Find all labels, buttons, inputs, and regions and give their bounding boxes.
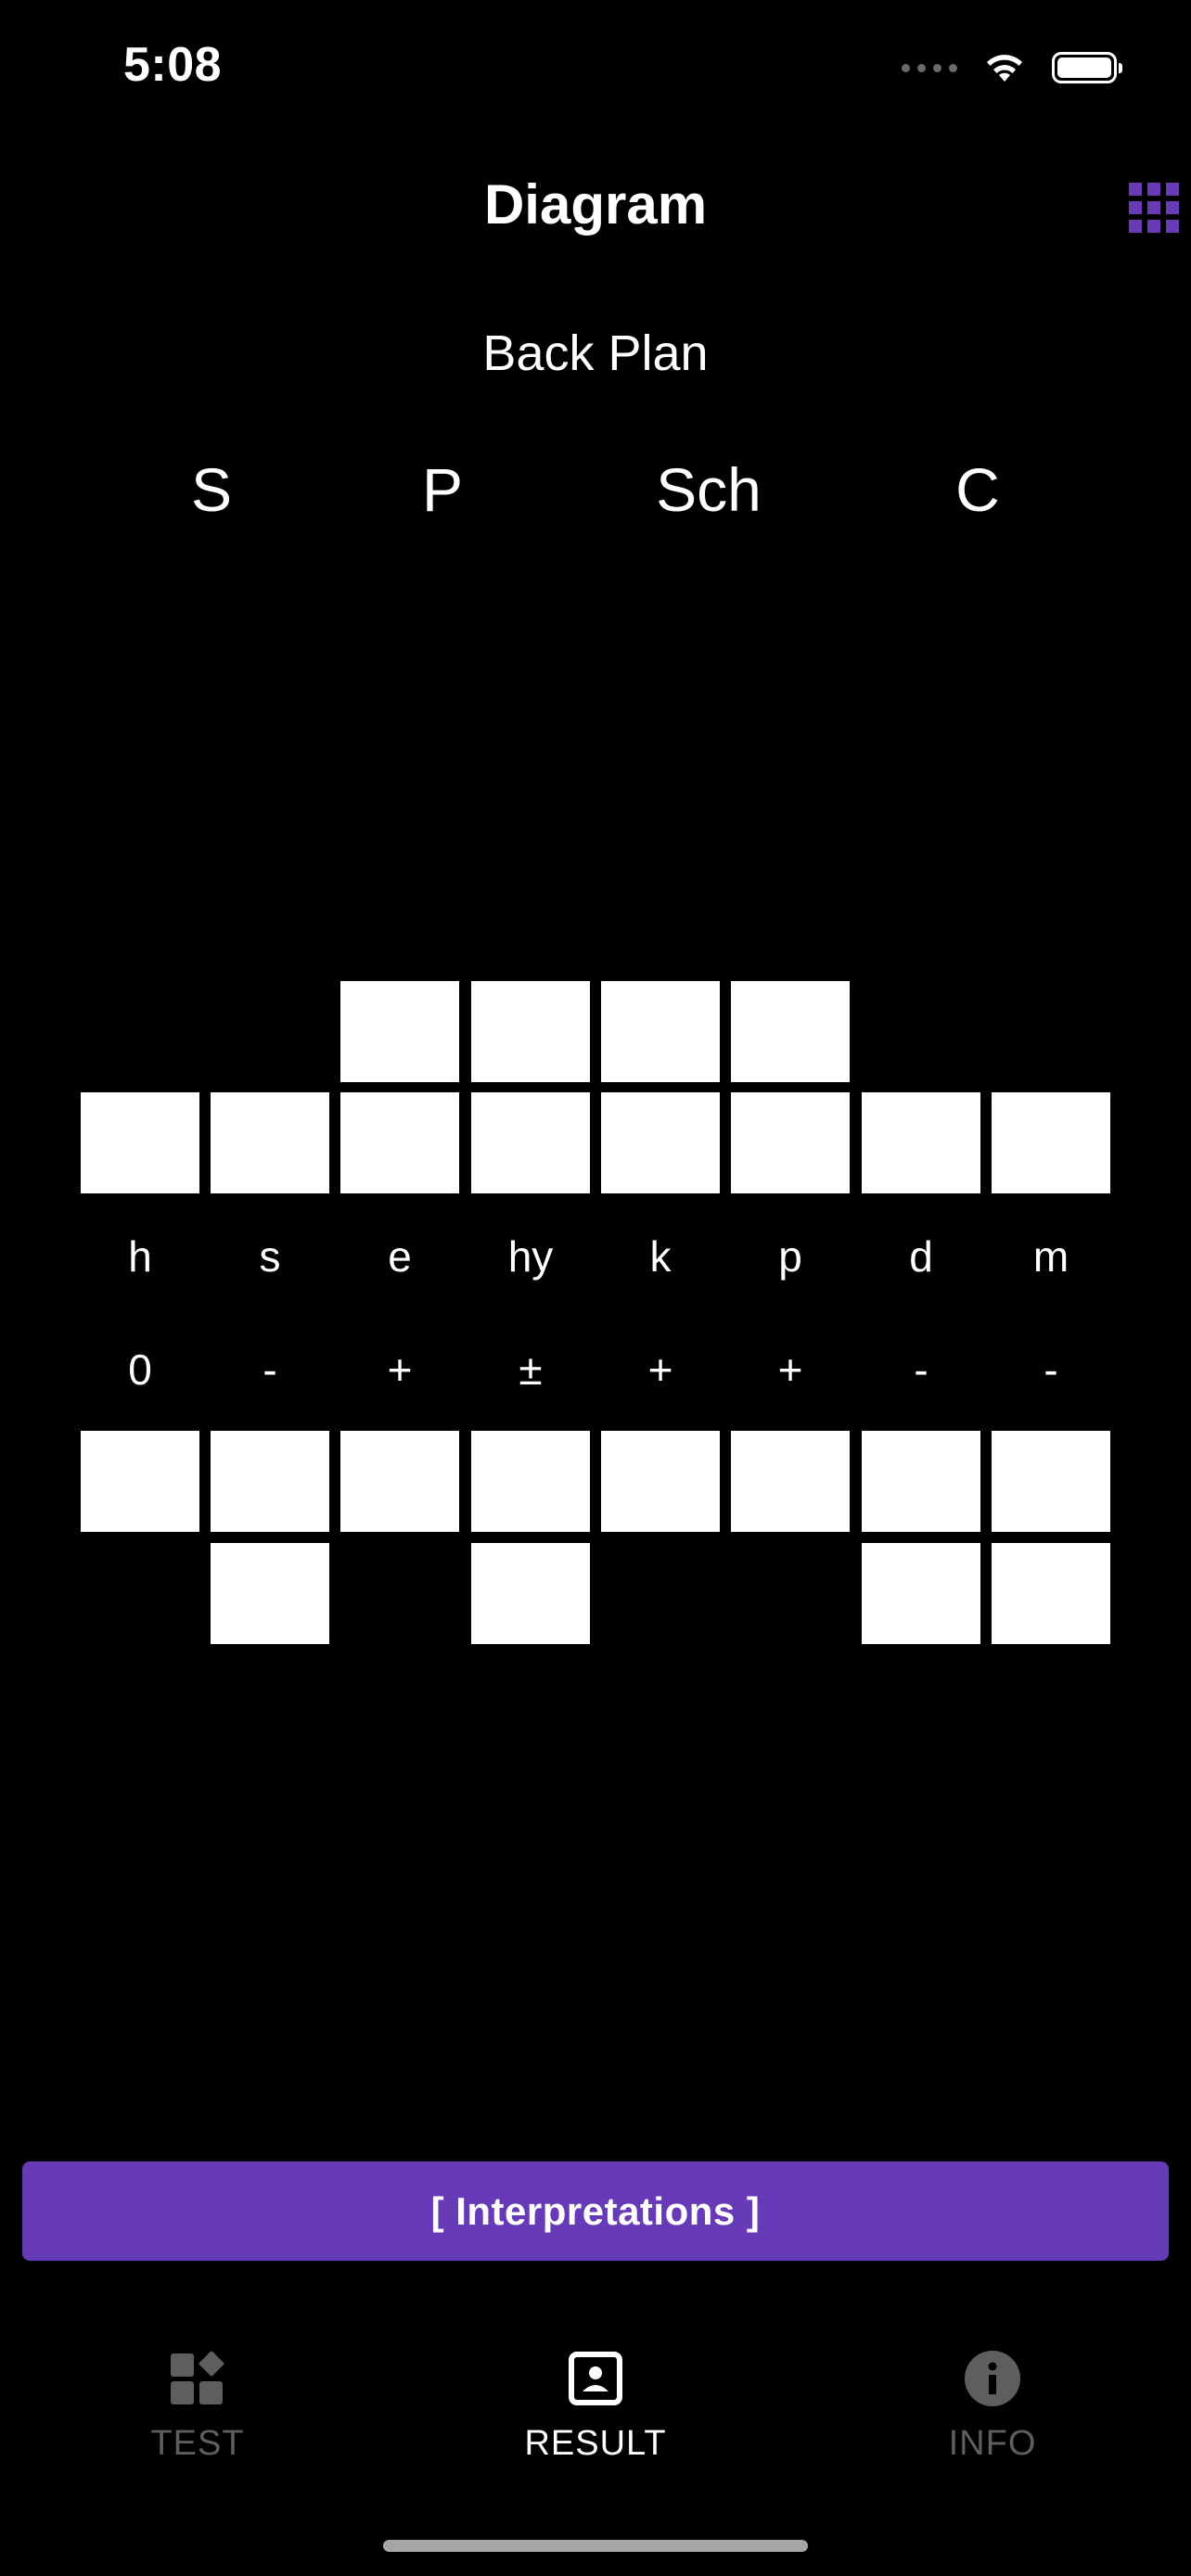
diagram-box-lower-e-1 xyxy=(340,1431,459,1532)
test-icon xyxy=(58,2346,337,2411)
diagram-box-lower-s-1 xyxy=(211,1431,329,1532)
diagram-box-lower-m-2 xyxy=(992,1543,1110,1644)
column-header-sch: Sch xyxy=(656,455,762,524)
cellular-signal-icon xyxy=(902,63,957,72)
diagram-box-upper-k-1 xyxy=(601,1092,720,1193)
status-icons xyxy=(902,46,1122,89)
factor-label-hy: hy xyxy=(507,1232,554,1281)
column-header-s: S xyxy=(190,455,233,524)
home-indicator[interactable] xyxy=(383,2540,808,2552)
diagram-box-upper-e-2 xyxy=(340,981,459,1082)
tab-result-label: RESULT xyxy=(524,2424,667,2463)
diagram-box-lower-k-1 xyxy=(601,1431,720,1532)
tab-info-label: INFO xyxy=(948,2424,1037,2463)
factor-label-h: h xyxy=(128,1232,152,1281)
factor-label-p: p xyxy=(778,1232,802,1281)
factor-sign-k: + xyxy=(647,1345,673,1394)
factor-sign-d: - xyxy=(914,1345,928,1394)
factor-label-k: k xyxy=(649,1232,672,1281)
page-title: Diagram xyxy=(483,173,708,236)
factor-sign-m: - xyxy=(1044,1345,1058,1394)
factor-label-e: e xyxy=(388,1232,412,1281)
diagram-box-lower-hy-2 xyxy=(471,1543,590,1644)
diagram-box-lower-d-1 xyxy=(862,1431,980,1532)
column-header-p: P xyxy=(421,455,464,524)
tab-test-label: TEST xyxy=(150,2424,245,2463)
factor-label-d: d xyxy=(909,1232,933,1281)
diagram-box-lower-d-2 xyxy=(862,1543,980,1644)
battery-icon xyxy=(1052,52,1122,83)
diagram-box-lower-m-1 xyxy=(992,1431,1110,1532)
diagram-box-upper-s-1 xyxy=(211,1092,329,1193)
diagram-box-upper-m-1 xyxy=(992,1092,1110,1193)
factor-label-m: m xyxy=(1032,1232,1069,1281)
tab-test[interactable]: TEST xyxy=(58,2346,337,2464)
wifi-icon xyxy=(987,55,1022,82)
factor-sign-p: + xyxy=(777,1345,803,1394)
diagram-box-upper-hy-2 xyxy=(471,981,590,1082)
info-icon xyxy=(853,2346,1132,2411)
factor-label-s: s xyxy=(259,1232,281,1281)
diagram-box-upper-d-1 xyxy=(862,1092,980,1193)
column-header-c: C xyxy=(955,455,1000,524)
diagram-box-lower-p-1 xyxy=(731,1431,850,1532)
diagram-box-lower-h-1 xyxy=(81,1431,199,1532)
result-icon xyxy=(456,2346,735,2411)
diagram-box-upper-p-1 xyxy=(731,1092,850,1193)
diagram-box-upper-p-2 xyxy=(731,981,850,1082)
diagram-box-upper-e-1 xyxy=(340,1092,459,1193)
diagram-subtitle: Back Plan xyxy=(482,325,709,381)
diagram-box-upper-k-2 xyxy=(601,981,720,1082)
diagram-box-upper-hy-1 xyxy=(471,1092,590,1193)
status-time: 5:08 xyxy=(123,38,223,92)
factor-sign-e: + xyxy=(387,1345,413,1394)
factor-sign-s: - xyxy=(263,1345,277,1394)
factor-sign-h: 0 xyxy=(128,1345,152,1394)
interpretations-button[interactable]: [ Interpretations ] xyxy=(22,2162,1169,2261)
factor-sign-hy: ± xyxy=(519,1345,543,1394)
diagram-box-lower-hy-1 xyxy=(471,1431,590,1532)
diagram-box-upper-h-1 xyxy=(81,1092,199,1193)
grid-icon[interactable] xyxy=(1128,182,1180,234)
diagram-box-lower-s-2 xyxy=(211,1543,329,1644)
tab-info[interactable]: INFO xyxy=(853,2346,1132,2464)
tab-result[interactable]: RESULT xyxy=(456,2346,735,2464)
